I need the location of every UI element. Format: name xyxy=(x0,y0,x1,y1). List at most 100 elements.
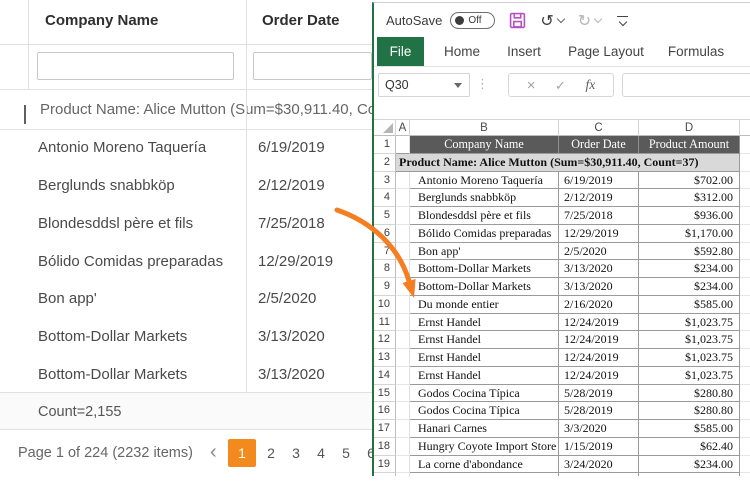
page-number-button[interactable]: 3 xyxy=(286,439,306,467)
grid-column-header-order-date[interactable]: Order Date xyxy=(262,12,340,29)
cell-a[interactable] xyxy=(396,172,410,190)
order-date-cell[interactable]: 2/16/2020 xyxy=(559,296,639,314)
grid-column-header-company[interactable]: Company Name xyxy=(45,12,158,29)
row-header[interactable]: 5 xyxy=(374,207,396,225)
company-cell[interactable]: Ernst Handel xyxy=(410,314,559,332)
cell-a[interactable] xyxy=(396,296,410,314)
previous-page-icon[interactable]: ‹ xyxy=(210,439,217,465)
header-cell-order-date[interactable]: Order Date xyxy=(559,136,639,154)
company-cell[interactable]: Godos Cocina Típica xyxy=(410,385,559,403)
page-number-button[interactable]: 4 xyxy=(311,439,331,467)
autosave-toggle[interactable]: Off xyxy=(450,12,495,29)
product-amount-cell[interactable]: $62.40 xyxy=(639,438,740,456)
cell-a[interactable] xyxy=(396,456,410,474)
cell-e[interactable] xyxy=(740,207,750,225)
order-date-cell[interactable]: 3/13/2020 xyxy=(559,260,639,278)
column-header-d[interactable]: D xyxy=(639,119,740,136)
insert-function-icon[interactable]: fx xyxy=(585,77,595,93)
cell-a[interactable] xyxy=(396,278,410,296)
header-cell-company[interactable]: Company Name xyxy=(410,136,559,154)
formula-input[interactable] xyxy=(622,73,750,97)
cell-e[interactable] xyxy=(740,278,750,296)
product-amount-cell[interactable]: $1,170.00 xyxy=(639,225,740,243)
row-header[interactable]: 10 xyxy=(374,296,396,314)
undo-icon[interactable]: ↺ xyxy=(540,11,563,30)
product-amount-cell[interactable]: $1,023.75 xyxy=(639,314,740,332)
cell-e[interactable] xyxy=(740,367,750,385)
order-date-cell[interactable]: 2/12/2019 xyxy=(559,189,639,207)
row-header[interactable]: 14 xyxy=(374,367,396,385)
order-date-cell[interactable]: 12/29/2019 xyxy=(559,225,639,243)
page-number-button[interactable]: 5 xyxy=(336,439,356,467)
row-header[interactable]: 3 xyxy=(374,172,396,190)
order-date-filter-input[interactable] xyxy=(253,52,372,80)
cell-e[interactable] xyxy=(740,402,750,420)
company-cell[interactable]: Du monde entier xyxy=(410,296,559,314)
cell-e[interactable] xyxy=(740,420,750,438)
product-amount-cell[interactable]: $592.80 xyxy=(639,243,740,261)
ribbon-tab[interactable]: Formulas xyxy=(662,37,730,66)
page-number-button[interactable]: 2 xyxy=(261,439,281,467)
product-amount-cell[interactable]: $1,023.75 xyxy=(639,349,740,367)
company-cell[interactable]: Bottom-Dollar Markets xyxy=(410,278,559,296)
cell-e[interactable] xyxy=(740,349,750,367)
cell-e[interactable] xyxy=(740,225,750,243)
cell-a[interactable] xyxy=(396,402,410,420)
product-amount-cell[interactable]: $234.00 xyxy=(639,260,740,278)
ribbon-tab[interactable]: File xyxy=(377,37,424,66)
company-cell[interactable]: Ernst Handel xyxy=(410,349,559,367)
company-cell[interactable]: Bólido Comidas preparadas xyxy=(410,225,559,243)
company-filter-input[interactable] xyxy=(37,52,234,80)
cell-a[interactable] xyxy=(396,260,410,278)
column-header-e[interactable] xyxy=(740,119,750,136)
order-date-cell[interactable]: 7/25/2018 xyxy=(559,207,639,225)
company-cell[interactable]: Antonio Moreno Taquería xyxy=(410,172,559,190)
cell-e[interactable] xyxy=(740,438,750,456)
row-header[interactable]: 11 xyxy=(374,314,396,332)
row-header[interactable]: 13 xyxy=(374,349,396,367)
customize-quick-access-icon[interactable] xyxy=(617,16,628,25)
cancel-icon[interactable]: × xyxy=(527,78,536,93)
order-date-cell[interactable]: 3/3/2020 xyxy=(559,420,639,438)
company-cell[interactable]: Godos Cocina Típica xyxy=(410,402,559,420)
cell-a[interactable] xyxy=(396,349,410,367)
company-cell[interactable]: La corne d'abondance xyxy=(410,456,559,474)
row-header[interactable]: 4 xyxy=(374,189,396,207)
cell-e[interactable] xyxy=(740,296,750,314)
row-header[interactable]: 9 xyxy=(374,278,396,296)
row-header[interactable]: 2 xyxy=(374,154,396,172)
cell-e[interactable] xyxy=(740,172,750,190)
product-amount-cell[interactable]: $280.80 xyxy=(639,385,740,403)
company-cell[interactable]: Hungry Coyote Import Store xyxy=(410,438,559,456)
cell-a[interactable] xyxy=(396,367,410,385)
row-header[interactable]: 8 xyxy=(374,260,396,278)
product-amount-cell[interactable]: $312.00 xyxy=(639,189,740,207)
order-date-cell[interactable]: 12/24/2019 xyxy=(559,331,639,349)
product-amount-cell[interactable]: $1,023.75 xyxy=(639,367,740,385)
product-amount-cell[interactable]: $585.00 xyxy=(639,420,740,438)
name-box-dropdown-icon[interactable] xyxy=(454,83,462,88)
cell-a[interactable] xyxy=(396,438,410,456)
product-amount-cell[interactable]: $702.00 xyxy=(639,172,740,190)
cell-e[interactable] xyxy=(740,314,750,332)
chevron-down-icon[interactable] xyxy=(24,105,26,123)
cell-a[interactable] xyxy=(396,207,410,225)
page-number-button[interactable]: 1 xyxy=(228,439,256,467)
enter-icon[interactable]: ✓ xyxy=(555,79,566,92)
cell-a[interactable] xyxy=(396,189,410,207)
order-date-cell[interactable]: 3/13/2020 xyxy=(559,278,639,296)
cell-e[interactable] xyxy=(740,331,750,349)
cell-e[interactable] xyxy=(740,456,750,474)
order-date-cell[interactable]: 1/15/2019 xyxy=(559,438,639,456)
row-header[interactable]: 16 xyxy=(374,402,396,420)
company-cell[interactable]: Blondesddsl père et fils xyxy=(410,207,559,225)
order-date-cell[interactable]: 3/24/2020 xyxy=(559,456,639,474)
order-date-cell[interactable]: 2/5/2020 xyxy=(559,243,639,261)
cell-a[interactable] xyxy=(396,385,410,403)
company-cell[interactable]: Bottom-Dollar Markets xyxy=(410,260,559,278)
cell-a[interactable] xyxy=(396,331,410,349)
header-cell-product-amount[interactable]: Product Amount xyxy=(639,136,740,154)
save-icon[interactable] xyxy=(509,12,526,29)
order-date-cell[interactable]: 12/24/2019 xyxy=(559,314,639,332)
row-header[interactable]: 6 xyxy=(374,225,396,243)
